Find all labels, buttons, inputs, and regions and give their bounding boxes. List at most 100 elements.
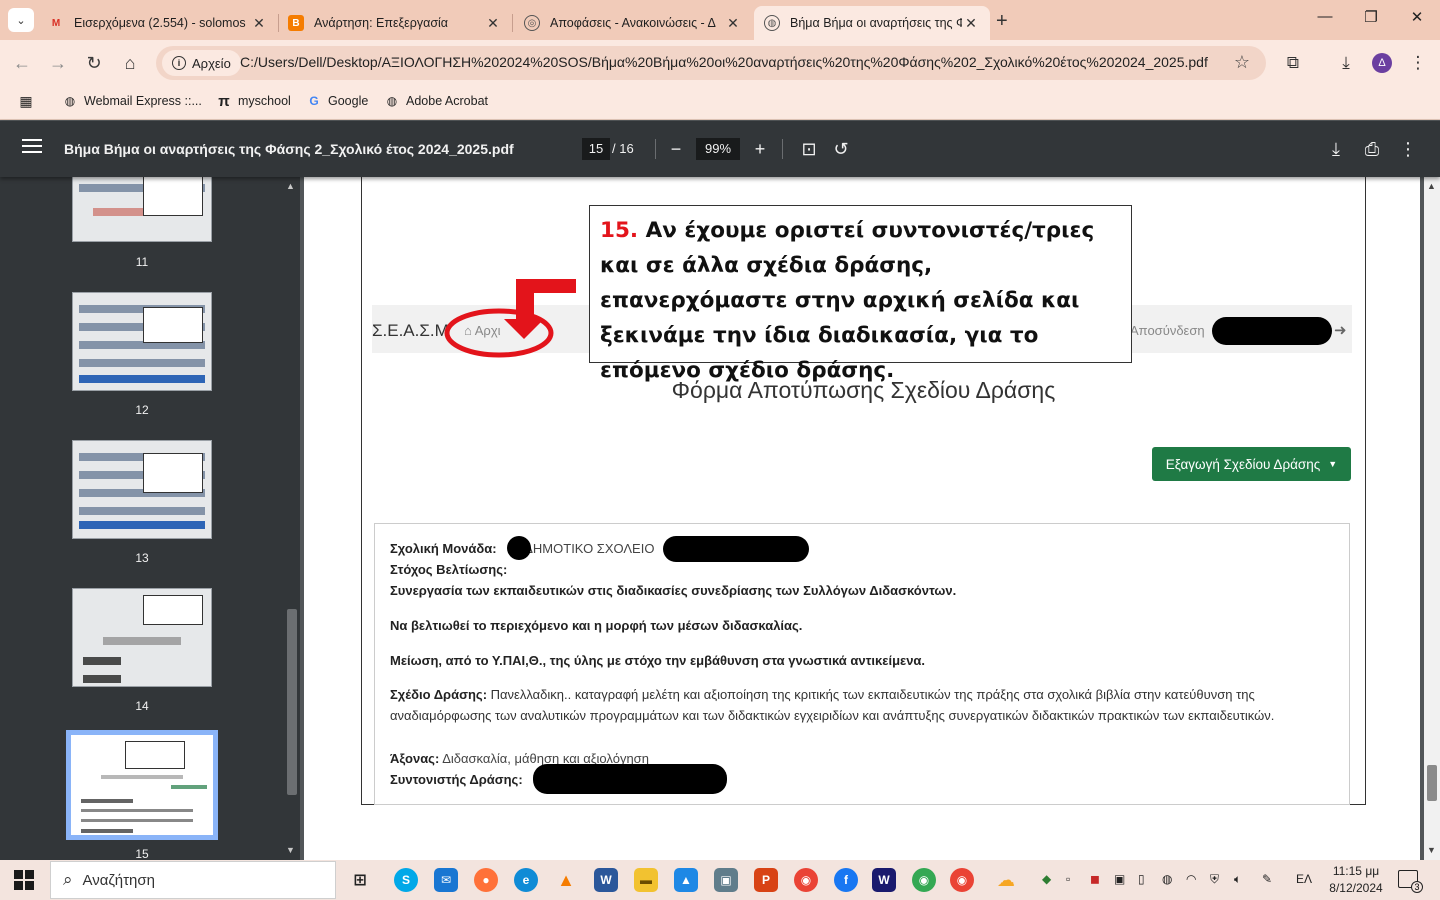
tab-gmail[interactable]: M Εισερχόμενα (2.554) - solomos ✕	[38, 6, 278, 40]
tray-app-icon[interactable]: ▫	[1066, 872, 1070, 886]
tab-announcements[interactable]: ◎ Αποφάσεις - Ανακοινώσεις - Δ ✕	[514, 6, 752, 40]
school-label: Σχολική Μονάδα:	[390, 541, 497, 556]
new-tab-button[interactable]: +	[996, 10, 1008, 33]
sidebar-menu-icon[interactable]	[22, 139, 42, 157]
thumbnail-page-13[interactable]	[72, 440, 212, 539]
close-icon[interactable]: ✕	[962, 15, 980, 32]
volume-icon[interactable]: 🔈︎	[1234, 872, 1241, 887]
pdf-toolbar: Βήμα Βήμα οι αναρτήσεις της Φάσης 2_Σχολ…	[0, 121, 1440, 177]
task-view-icon[interactable]: ⊞	[348, 868, 372, 892]
close-icon[interactable]: ✕	[250, 15, 268, 32]
firefox-icon[interactable]: ●	[474, 868, 498, 892]
notification-icon[interactable]: 3	[1398, 870, 1423, 893]
tray-app-icon[interactable]: ◍	[1162, 872, 1172, 886]
mail-icon[interactable]: ✉	[434, 868, 458, 892]
print-icon[interactable]: ⎙	[1358, 135, 1386, 163]
url-text[interactable]: C:/Users/Dell/Desktop/ΑΞΙΟΛΟΓΗΣΗ%202024%…	[240, 54, 1208, 70]
bookmark-label: Webmail Express ::...	[84, 94, 202, 108]
plan-value: Πανελλαδικη.. καταγραφή μελέτη και αξιοπ…	[390, 687, 1275, 723]
scroll-up-icon[interactable]: ▲	[286, 181, 295, 191]
wifi-icon[interactable]: ◠	[1186, 872, 1196, 886]
chrome-profile-icon[interactable]: ◉	[912, 868, 936, 892]
sidebar-scroll-thumb[interactable]	[287, 609, 297, 795]
meeting-app-icon[interactable]: W	[872, 868, 896, 892]
thumbnail-page-15-selected[interactable]	[66, 730, 218, 840]
thumbnail-page-11[interactable]	[72, 177, 212, 242]
chrome-active-icon[interactable]: ◉	[950, 868, 974, 892]
minimize-button[interactable]: —	[1302, 8, 1348, 25]
close-icon[interactable]: ✕	[484, 15, 502, 32]
document-scrollbar[interactable]: ▲ ▼	[1424, 177, 1440, 860]
pen-icon[interactable]: ✎	[1262, 872, 1272, 886]
taskbar-search[interactable]: ⌕ Αναζήτηση	[50, 861, 336, 899]
sidebar-scrollbar[interactable]: ▲ ▼	[284, 177, 300, 860]
address-bar[interactable]: i Αρχείο C:/Users/Dell/Desktop/ΑΞΙΟΛΟΓΗΣ…	[156, 46, 1266, 80]
vlc-icon[interactable]: ▲	[554, 868, 578, 892]
notification-count: 3	[1411, 881, 1423, 893]
redaction-mark	[533, 764, 727, 794]
rotate-icon[interactable]: ↺	[827, 135, 855, 163]
bookmark-adobe[interactable]: ◍ Adobe Acrobat	[384, 93, 488, 109]
reload-button[interactable]: ↻	[81, 50, 107, 76]
more-options-icon[interactable]: ⋮	[1394, 135, 1422, 163]
zoom-out-icon[interactable]: −	[662, 135, 690, 163]
forward-button[interactable]: →	[45, 50, 71, 76]
export-plan-button: Εξαγωγή Σχεδίου Δράσης ▼	[1152, 447, 1351, 481]
chrome-icon[interactable]: ◉	[794, 868, 818, 892]
home-button[interactable]: ⌂	[117, 50, 143, 76]
browser-tab-bar: ⌄ M Εισερχόμενα (2.554) - solomos ✕ B Αν…	[0, 0, 1440, 40]
tray-app-icon[interactable]: ◼	[1090, 872, 1100, 886]
close-window-button[interactable]: ✕	[1394, 8, 1440, 26]
scroll-down-icon[interactable]: ▼	[1427, 845, 1436, 855]
network-app-icon[interactable]: ▣	[714, 868, 738, 892]
scroll-down-icon[interactable]: ▼	[286, 845, 295, 855]
tray-app-icon[interactable]: ▣	[1114, 872, 1125, 886]
globe-icon: ◍	[386, 94, 398, 108]
bookmark-google[interactable]: G Google	[306, 93, 368, 109]
language-indicator[interactable]: ΕΛ	[1296, 872, 1312, 886]
windows-start-icon[interactable]	[14, 870, 34, 890]
page-number-input[interactable]: 15	[582, 138, 610, 160]
tab-search-button[interactable]: ⌄	[8, 8, 34, 32]
thumbnail-page-12[interactable]	[72, 292, 212, 391]
tray-app-icon[interactable]: ▯	[1138, 872, 1145, 886]
edge-icon[interactable]: e	[514, 868, 538, 892]
site-info-chip[interactable]: i Αρχείο	[162, 50, 241, 76]
word-icon[interactable]: W	[594, 868, 618, 892]
presentation-icon[interactable]: P	[754, 868, 778, 892]
zoom-in-icon[interactable]: +	[746, 135, 774, 163]
redaction-mark	[507, 536, 531, 560]
tab-blogger[interactable]: B Ανάρτηση: Επεξεργασία ✕	[278, 6, 512, 40]
facebook-icon[interactable]: f	[834, 868, 858, 892]
bookmark-webmail[interactable]: ◍ Webmail Express ::...	[62, 93, 202, 109]
tray-app-icon[interactable]: ◆	[1042, 872, 1051, 886]
back-button[interactable]: ←	[9, 50, 35, 76]
security-icon[interactable]: ⛨	[1210, 872, 1219, 887]
bookmark-myschool[interactable]: π myschool	[216, 93, 291, 110]
photos-icon[interactable]: ▲	[674, 868, 698, 892]
thumbnail-page-14[interactable]	[72, 588, 212, 687]
fit-page-icon[interactable]: ⊡	[795, 135, 823, 163]
weather-icon[interactable]: ☁	[994, 868, 1018, 892]
extensions-icon[interactable]: ⧉	[1280, 50, 1306, 76]
document-scroll-thumb[interactable]	[1427, 765, 1437, 801]
profile-avatar[interactable]: Δ	[1372, 53, 1392, 73]
plan-label: Σχέδιο Δράσης:	[390, 687, 488, 702]
download-icon[interactable]: ⤓	[1333, 50, 1359, 76]
restore-button[interactable]: ❐	[1348, 8, 1394, 26]
close-icon[interactable]: ✕	[724, 15, 742, 32]
scroll-up-icon[interactable]: ▲	[1427, 181, 1436, 191]
tab-pdf-active[interactable]: ◍ Βήμα Βήμα οι αναρτήσεις της Φ ✕	[754, 6, 990, 40]
zoom-level-input[interactable]: 99%	[696, 138, 740, 160]
more-menu-icon[interactable]: ⋮	[1405, 50, 1431, 76]
apps-grid-icon[interactable]: ▦	[18, 93, 40, 109]
skype-icon[interactable]: S	[394, 868, 418, 892]
instruction-callout: 15. Αν έχουμε οριστεί συντονιστές/τριες …	[589, 205, 1132, 383]
callout-number: 15.	[600, 218, 639, 243]
thumbnail-sidebar: 11 12 13 14 15	[0, 177, 284, 860]
globe-icon: ◍	[764, 15, 780, 31]
bookmark-star-icon[interactable]: ☆	[1234, 52, 1250, 73]
file-explorer-icon[interactable]: ▬	[634, 868, 658, 892]
clock[interactable]: 11:15 μμ 8/12/2024	[1324, 863, 1388, 897]
download-icon[interactable]: ⤓	[1322, 135, 1350, 163]
